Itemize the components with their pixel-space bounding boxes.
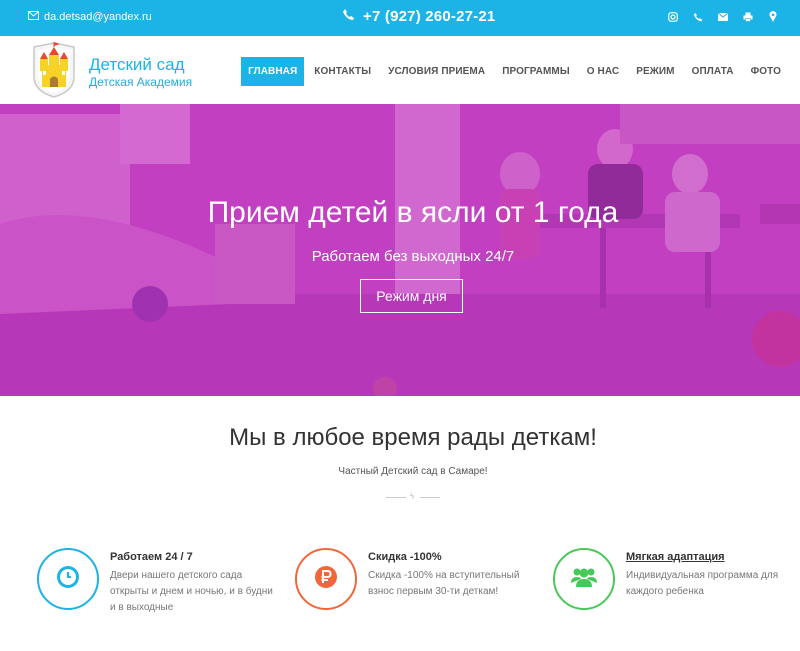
feature-24-7: Работаем 24 / 7 Двери нашего детского са… — [37, 548, 277, 628]
ruble-icon — [314, 565, 338, 594]
brand-subtitle: Детская Академия — [89, 75, 193, 89]
phone-icon[interactable] — [692, 11, 703, 22]
feature-icon-circle — [295, 548, 357, 610]
section-divider: ϟ — [386, 492, 440, 502]
main-nav: ГЛАВНАЯ КОНТАКТЫ УСЛОВИЯ ПРИЕМА ПРОГРАММ… — [238, 57, 788, 86]
schedule-button[interactable]: Режим дня — [360, 279, 463, 313]
feature-title: Скидка -100% — [368, 551, 442, 563]
nav-about[interactable]: О НАС — [580, 57, 626, 86]
section-title: Мы в любое время рады деткам! — [229, 424, 597, 451]
mail-icon[interactable] — [717, 11, 728, 22]
hero-banner: Прием детей в ясли от 1 года Работаем бе… — [0, 104, 800, 396]
mail-icon — [28, 11, 39, 23]
group-icon — [570, 566, 598, 593]
feature-text: Скидка -100% на вступительный взнос перв… — [368, 570, 520, 597]
site-header: Детский сад Детская Академия ГЛАВНАЯ КОН… — [0, 36, 800, 104]
feature-text: Индивидуальная программа для каждого реб… — [626, 570, 779, 597]
nav-home[interactable]: ГЛАВНАЯ — [241, 57, 305, 86]
location-icon[interactable] — [767, 11, 778, 22]
feature-text: Двери нашего детского сада открыты и дне… — [110, 570, 273, 613]
hero-title: Прием детей в ясли от 1 года — [207, 196, 619, 229]
castle-logo[interactable] — [30, 41, 78, 99]
nav-contacts[interactable]: КОНТАКТЫ — [307, 57, 378, 86]
nav-photo[interactable]: ФОТО — [744, 57, 788, 86]
section-subtitle: Частный Детский сад в Самаре! — [338, 466, 488, 477]
nav-schedule[interactable]: РЕЖИМ — [629, 57, 681, 86]
feature-icon-circle — [553, 548, 615, 610]
phone-icon — [342, 8, 355, 25]
nav-programs[interactable]: ПРОГРАММЫ — [495, 57, 577, 86]
nav-payment[interactable]: ОПЛАТА — [685, 57, 741, 86]
bolt-icon: ϟ — [410, 492, 415, 501]
print-icon[interactable] — [742, 11, 753, 22]
feature-discount: Скидка -100% Скидка -100% на вступительн… — [295, 548, 535, 628]
hero-subtitle: Работаем без выходных 24/7 — [311, 248, 515, 265]
feature-adaptation: Мягкая адаптация Индивидуальная программ… — [553, 548, 793, 628]
phone-text: +7 (927) 260-27-21 — [363, 8, 496, 25]
social-icons — [667, 11, 778, 22]
email-link[interactable]: da.detsad@yandex.ru — [28, 11, 152, 23]
phone-link[interactable]: +7 (927) 260-27-21 — [342, 8, 495, 25]
instagram-icon[interactable] — [667, 11, 678, 22]
top-bar: da.detsad@yandex.ru +7 (927) 260-27-21 — [0, 0, 800, 36]
feature-title: Работаем 24 / 7 — [110, 551, 193, 563]
clock-icon — [56, 565, 80, 594]
nav-admission[interactable]: УСЛОВИЯ ПРИЕМА — [381, 57, 492, 86]
feature-title-link[interactable]: Мягкая адаптация — [626, 551, 725, 563]
feature-icon-circle — [37, 548, 99, 610]
brand-title[interactable]: Детский сад — [89, 55, 185, 75]
email-text: da.detsad@yandex.ru — [44, 11, 152, 23]
